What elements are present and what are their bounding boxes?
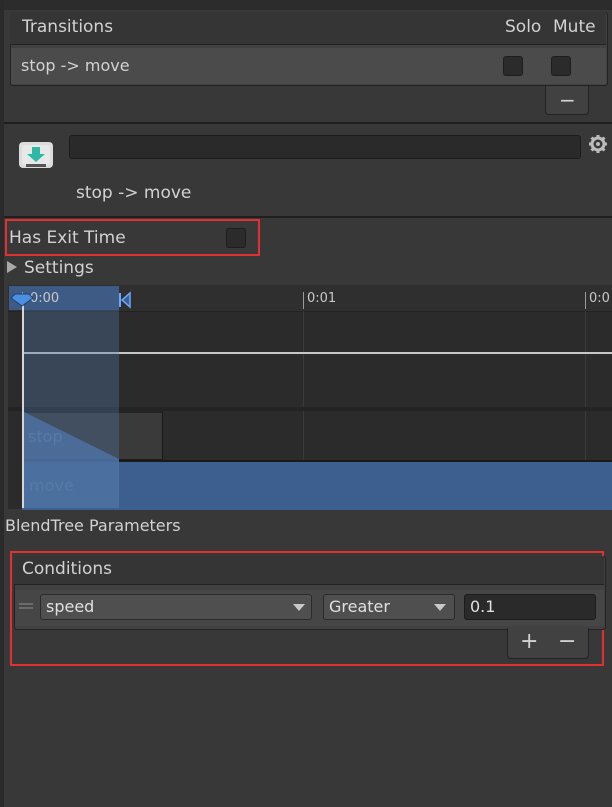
chevron-down-icon: [434, 604, 446, 611]
parameter-dropdown-value: speed: [46, 597, 95, 616]
exit-time-marker-line: [22, 300, 24, 508]
gear-icon[interactable]: [588, 134, 608, 154]
threshold-value: 0.1: [470, 597, 496, 616]
ruler-tick-label: 0:01: [307, 291, 337, 306]
transition-row[interactable]: stop -> move: [11, 48, 606, 84]
remove-transition-button[interactable]: −: [545, 86, 589, 115]
blendtree-parameters-label: BlendTree Parameters: [5, 516, 181, 535]
transition-duration-highlight[interactable]: [22, 286, 119, 508]
drag-handle-icon[interactable]: [19, 603, 33, 609]
transition-subtitle: stop -> move: [76, 183, 192, 203]
conditions-header: Conditions: [14, 556, 604, 585]
ruler-tick: [585, 292, 586, 309]
settings-foldout-arrow-icon[interactable]: [7, 261, 17, 273]
transitions-header: Transitions Solo Mute: [10, 12, 606, 45]
ruler-tick-label: 0:0: [589, 291, 610, 306]
condition-add-remove-controls: + −: [507, 628, 589, 659]
has-exit-time-checkbox[interactable]: [226, 228, 246, 248]
parameter-dropdown[interactable]: speed: [40, 594, 312, 620]
threshold-value-field[interactable]: 0.1: [464, 594, 596, 620]
transition-name-field[interactable]: [69, 135, 581, 159]
remove-condition-button[interactable]: −: [558, 629, 576, 654]
transition-icon: [19, 142, 53, 168]
remove-transition-label: −: [559, 88, 576, 112]
operator-dropdown[interactable]: Greater: [323, 594, 455, 620]
duration-end-handle-icon[interactable]: [118, 291, 132, 309]
transitions-title: Transitions: [22, 17, 114, 37]
has-exit-time-label: Has Exit Time: [9, 228, 126, 248]
section-divider: [4, 122, 612, 124]
solo-column-label: Solo: [505, 17, 542, 37]
mute-column-label: Mute: [553, 17, 596, 37]
transition-row-label: stop -> move: [21, 56, 130, 75]
conditions-title: Conditions: [22, 559, 112, 579]
add-condition-button[interactable]: +: [520, 629, 538, 654]
ruler-tick: [303, 292, 304, 309]
operator-dropdown-value: Greater: [329, 597, 390, 616]
chevron-down-icon: [293, 604, 305, 611]
mute-checkbox[interactable]: [551, 56, 571, 76]
section-divider: [4, 216, 612, 218]
top-edge: [0, 0, 612, 10]
exit-time-marker-icon[interactable]: [9, 290, 35, 310]
settings-foldout[interactable]: Settings: [24, 258, 94, 278]
solo-checkbox[interactable]: [503, 56, 523, 76]
